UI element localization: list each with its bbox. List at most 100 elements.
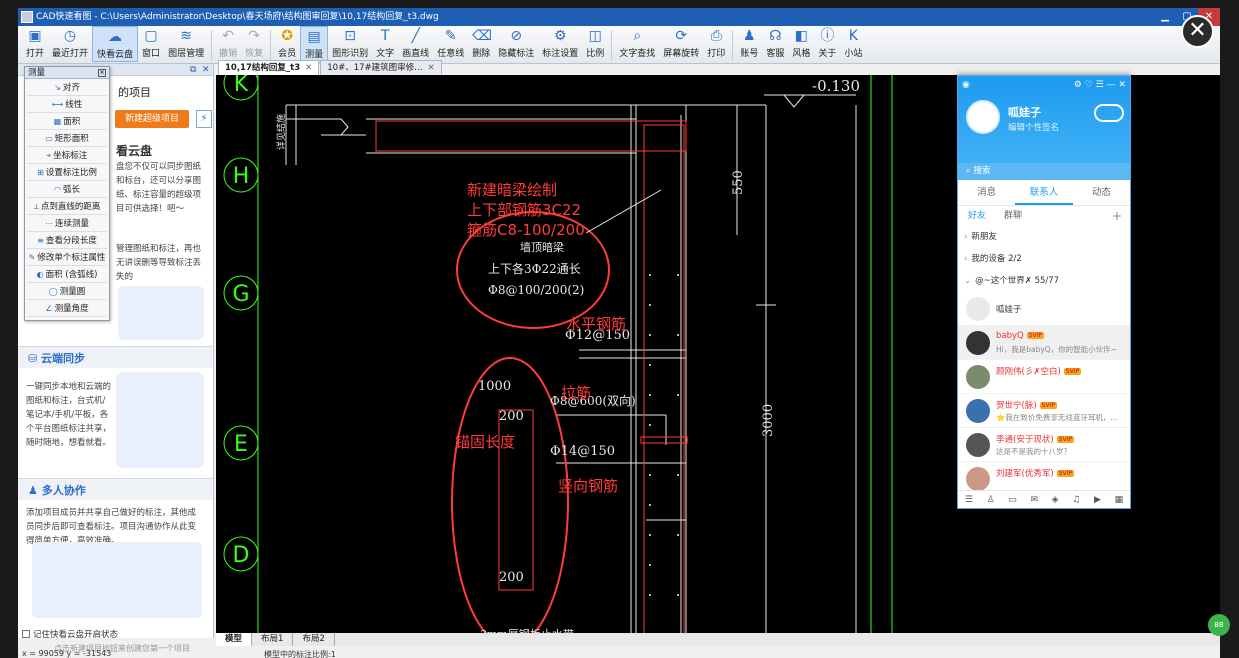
- qq-search-input[interactable]: ⌕ 搜索: [958, 163, 1130, 180]
- menu-icon[interactable]: ☰: [965, 491, 973, 508]
- toolbar-eraser-button[interactable]: ⌫ 删除: [468, 26, 494, 62]
- tab-friends[interactable]: 好友: [968, 206, 986, 226]
- toolbar-clock-button[interactable]: ◷ 最近打开: [48, 26, 92, 62]
- measure-menu-item[interactable]: ⟂ 点到直线的距离: [27, 198, 107, 215]
- toolbar-line-button[interactable]: ╱ 画直线: [398, 26, 433, 62]
- qq-tools-icon[interactable]: ⚙ ♡ ☰ — ✕: [1074, 80, 1126, 92]
- music-icon[interactable]: ♫: [1072, 491, 1080, 508]
- toolbar-annotation-settings-button[interactable]: ⚙ 标注设置: [538, 26, 582, 62]
- qq-main-tabs: 消息 联系人 动态: [958, 180, 1130, 206]
- video-icon[interactable]: ▶: [1094, 491, 1101, 508]
- measure-menu-item[interactable]: ∠ 测量角度: [27, 300, 107, 317]
- overlay-close-button[interactable]: ✕: [1181, 15, 1214, 48]
- measure-menu-item[interactable]: ↘ 对齐: [27, 79, 107, 96]
- chevron-down-icon: ⌄: [964, 276, 972, 286]
- toolbar-recognize-button[interactable]: ⊡ 图形识别: [328, 26, 372, 62]
- add-friend-icon[interactable]: ♙: [987, 491, 995, 508]
- game-icon[interactable]: ◈: [1052, 491, 1059, 508]
- measure-menu-item[interactable]: ✎ 修改单个标注属性: [27, 249, 107, 266]
- measure-menu-item[interactable]: ⌖ 坐标标注: [27, 147, 107, 164]
- tab-groups[interactable]: 群聊: [1004, 206, 1022, 226]
- eraser-icon: ⌫: [472, 28, 492, 44]
- measure-menu-item[interactable]: ⟷ 线性: [27, 96, 107, 113]
- layout-tab[interactable]: 模型: [216, 633, 253, 646]
- qq-group[interactable]: › 我的设备 2/2: [958, 248, 1130, 270]
- remember-checkbox[interactable]: 记住快看云盘开启状态: [22, 628, 118, 640]
- qq-group[interactable]: › 新朋友: [958, 226, 1130, 248]
- new-project-button[interactable]: 新建超级项目: [115, 110, 189, 128]
- text-icon: T: [380, 28, 390, 44]
- toolbar-rotate-button[interactable]: ⟳ 屏幕旋转: [659, 26, 703, 62]
- measure-menu-item[interactable]: ▭ 矩形面积: [27, 130, 107, 147]
- toolbar-folder-button[interactable]: ▣ 打开: [22, 26, 48, 62]
- tab-close-icon[interactable]: ✕: [305, 63, 312, 73]
- toolbar-account-button[interactable]: ♟ 账号: [736, 26, 762, 62]
- qq-contact[interactable]: 顾刚伟(彡✗空白) SVIP: [958, 360, 1130, 394]
- toolbar-label: 小站: [844, 49, 863, 59]
- measure-menu-item[interactable]: ⊞ 设置标注比例: [27, 164, 107, 181]
- panel-close-icon[interactable]: ✕: [202, 64, 210, 76]
- toolbar-label: 图形识别: [332, 49, 369, 59]
- toolbar-site-button[interactable]: K 小站: [840, 26, 866, 62]
- panel-restore-icon[interactable]: ⧉: [190, 64, 196, 76]
- hide-icon: ⊘: [510, 28, 523, 44]
- tab-feed[interactable]: 动态: [1073, 180, 1130, 205]
- document-tab[interactable]: 10,17结构回复_t3 ✕: [218, 60, 320, 75]
- qq-group[interactable]: ⌄ @~这个世界✗ 55/77: [958, 270, 1130, 292]
- measure-menu-item[interactable]: ◐ 面积 (含弧线): [27, 266, 107, 283]
- mail-icon[interactable]: ✉: [1030, 491, 1038, 508]
- toolbar-scale-button[interactable]: ◫ 比例: [582, 26, 608, 62]
- floating-badge[interactable]: BB: [1208, 614, 1230, 636]
- avatar: [966, 433, 990, 457]
- qq-contact-name: 呱娃子: [996, 303, 1022, 315]
- file-icon[interactable]: ▭: [1008, 491, 1017, 508]
- toolbar-text-button[interactable]: T 文字: [372, 26, 398, 62]
- layout-tab[interactable]: 布局2: [293, 633, 335, 646]
- contact-name-text: babyQ: [996, 331, 1024, 341]
- qq-contact[interactable]: babyQ SVIP Hi，我是babyQ，你的智能小伙伴~: [958, 326, 1130, 360]
- toolbar-info-button[interactable]: ⓘ 关于: [814, 26, 840, 62]
- qq-contact[interactable]: 呱娃子: [958, 292, 1130, 326]
- qq-avatar[interactable]: [966, 100, 1000, 134]
- menu-close-icon[interactable]: ×: [98, 69, 106, 77]
- toolbar-redo-button[interactable]: ↷ 恢复: [241, 26, 267, 62]
- toolbar-label: 文字: [376, 49, 395, 59]
- qq-contact-name: 李通(安于现状) SVIP: [996, 433, 1074, 445]
- measure-menu-item[interactable]: ◠ 弧长: [27, 181, 107, 198]
- measure-menu-item[interactable]: ▦ 面积: [27, 113, 107, 130]
- minimize-button[interactable]: ▁: [1154, 8, 1176, 26]
- apps-icon[interactable]: ▦: [1115, 491, 1124, 508]
- qq-contact[interactable]: 李通(安于现状) SVIP 这是不是我的十八岁？: [958, 428, 1130, 462]
- toolbar-undo-button[interactable]: ↶ 撤销: [215, 26, 241, 62]
- toolbar-style-button[interactable]: ◧ 风格: [788, 26, 814, 62]
- measure-menu-item[interactable]: ⋯ 连续测量: [27, 215, 107, 232]
- toolbar-text-search-button[interactable]: ⌕ 文字查找: [615, 26, 659, 62]
- toolbar-measure-button[interactable]: ▤ 测量: [300, 26, 329, 62]
- measure-menu-item[interactable]: ≡ 查看分段长度: [27, 232, 107, 249]
- tab-contacts[interactable]: 联系人: [1015, 180, 1073, 205]
- toolbar-cloud-button[interactable]: ☁ 快看云盘: [92, 26, 139, 62]
- qq-contact[interactable]: 贺世宁(脉) SVIP ⭐我在致价免费享无线蓝牙耳机，…: [958, 394, 1130, 428]
- devices-illustration: [116, 372, 204, 468]
- add-icon[interactable]: +: [1112, 206, 1122, 226]
- grid-label: E: [234, 432, 248, 457]
- toolbar-window-button[interactable]: ▢ 窗口: [138, 26, 164, 62]
- measure-menu-item-label: 连续测量: [54, 219, 89, 229]
- layout-tab[interactable]: 布局1: [252, 633, 294, 646]
- qq-signature[interactable]: 编辑个性签名: [1008, 121, 1059, 133]
- tab-messages[interactable]: 消息: [958, 180, 1015, 205]
- weather-icon[interactable]: [1094, 104, 1124, 122]
- toolbar-hide-button[interactable]: ⊘ 隐藏标注: [494, 26, 538, 62]
- toolbar-vip-button[interactable]: ✪ 会员: [274, 26, 300, 62]
- toolbar-layers-button[interactable]: ≋ 图层管理: [164, 26, 208, 62]
- toolbar-pen-button[interactable]: ✎ 任意线: [433, 26, 468, 62]
- avatar: [966, 297, 990, 321]
- tab-close-icon[interactable]: ✕: [428, 63, 435, 73]
- refresh-button[interactable]: ⚡: [196, 110, 212, 128]
- measure-menu-item[interactable]: ◯ 测量圆: [27, 283, 107, 300]
- measure-tool-icon: ↘: [54, 83, 61, 92]
- recognize-icon: ⊡: [344, 28, 356, 44]
- toolbar-print-button[interactable]: ⎙ 打印: [703, 26, 729, 62]
- toolbar-headset-button[interactable]: ☊ 客服: [762, 26, 788, 62]
- document-tab[interactable]: 10#、17#建筑图审修… ✕: [320, 60, 442, 75]
